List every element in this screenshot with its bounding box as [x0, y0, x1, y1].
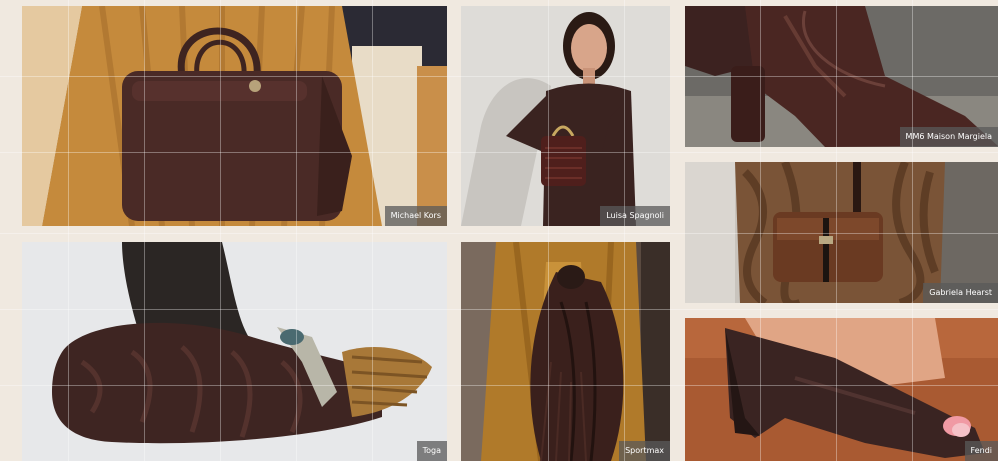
toga-shoe-image — [22, 242, 447, 461]
photo-mm6-maison-margiela: MM6 Maison Margiela — [685, 6, 998, 147]
michael-kors-bag-image — [22, 6, 447, 226]
photo-sportmax: Sportmax — [461, 242, 670, 461]
caption-toga: Toga — [416, 441, 447, 461]
caption-mm6: MM6 Maison Margiela — [899, 127, 998, 147]
photo-gabriela-hearst: Gabriela Hearst — [685, 162, 998, 303]
caption-michael-kors: Michael Kors — [384, 206, 447, 226]
photo-toga: Toga — [22, 242, 447, 461]
photo-luisa-spagnoli: Luisa Spagnoli — [461, 6, 670, 226]
caption-sportmax: Sportmax — [619, 441, 670, 461]
caption-luisa-spagnoli: Luisa Spagnoli — [600, 206, 670, 226]
sportmax-model-image — [461, 242, 670, 461]
caption-fendi: Fendi — [964, 441, 998, 461]
caption-gabriela-hearst: Gabriela Hearst — [923, 283, 998, 303]
photo-fendi: Fendi — [685, 318, 998, 461]
gabriela-hearst-bag-image — [685, 162, 998, 303]
fendi-shoe-image — [685, 318, 998, 461]
photo-michael-kors: Michael Kors — [22, 6, 447, 226]
mm6-boot-image — [685, 6, 998, 147]
luisa-spagnoli-model-image — [461, 6, 670, 226]
